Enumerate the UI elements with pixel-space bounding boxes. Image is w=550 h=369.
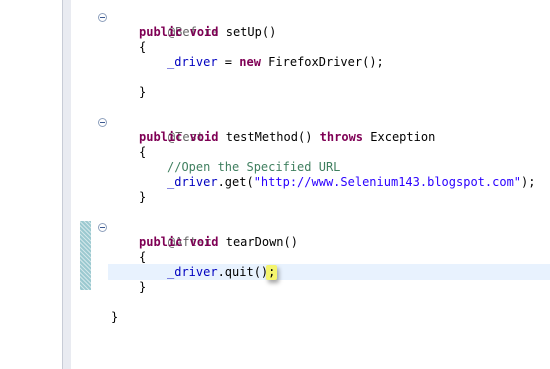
brace: }	[139, 85, 147, 99]
code-text: .get(	[217, 175, 254, 189]
keyword: public	[139, 130, 183, 144]
string-literal: "http://www.Selenium143.blogspot.com"	[253, 175, 522, 189]
exception-type: Exception	[370, 130, 436, 144]
keyword: new	[239, 55, 261, 69]
fold-collapse-icon[interactable]	[98, 13, 107, 22]
keyword: void	[189, 25, 219, 39]
brace: }	[111, 310, 119, 324]
field-reference: _driver	[167, 175, 218, 189]
field-reference: _driver	[167, 55, 218, 69]
code-line[interactable]: public void setUp()	[139, 25, 276, 40]
code-line[interactable]: {	[139, 145, 146, 160]
keyword: void	[189, 235, 219, 249]
method-signature: tearDown()	[225, 235, 298, 249]
code-line[interactable]: public void tearDown()	[139, 235, 298, 250]
fold-collapse-icon[interactable]	[98, 223, 107, 232]
code-line[interactable]: //Open the Specified URL	[167, 160, 340, 175]
code-text: .quit()	[217, 265, 269, 279]
code-line[interactable]: }	[139, 190, 146, 205]
method-signature: testMethod()	[225, 130, 313, 144]
code-line[interactable]: _driver = new FirefoxDriver();	[167, 55, 384, 70]
method-signature: setUp()	[225, 25, 277, 39]
fold-collapse-icon[interactable]	[98, 118, 107, 127]
brace: }	[139, 280, 147, 294]
code-editor[interactable]: @Before public void setUp() { _driver = …	[0, 0, 550, 369]
brace: {	[139, 40, 147, 54]
quick-diff-change-marker[interactable]	[80, 221, 91, 290]
code-line[interactable]: {	[139, 40, 146, 55]
code-line[interactable]: _driver.quit();	[167, 265, 278, 280]
comment: //Open the Specified URL	[167, 160, 341, 174]
code-line[interactable]: }	[139, 85, 146, 100]
code-text: =	[217, 55, 240, 69]
keyword: public	[139, 235, 183, 249]
brace: }	[139, 190, 147, 204]
keyword: void	[189, 130, 219, 144]
brace: {	[139, 145, 147, 159]
editor-gutter-border	[62, 0, 71, 369]
code-line[interactable]: @After	[139, 220, 211, 249]
code-line[interactable]: @Test	[139, 115, 204, 144]
code-line[interactable]: @Before	[139, 10, 219, 39]
keyword: public	[139, 25, 183, 39]
left-panel	[0, 0, 62, 369]
code-line[interactable]: }	[139, 280, 146, 295]
code-text: );	[521, 175, 536, 189]
code-line[interactable]: }	[111, 310, 118, 325]
highlighted-semicolon: ;	[266, 265, 278, 280]
keyword: throws	[319, 130, 364, 144]
code-line[interactable]: _driver.get("http://www.Selenium143.blog…	[167, 175, 535, 190]
code-text: FirefoxDriver();	[260, 55, 384, 69]
brace: {	[139, 250, 147, 264]
field-reference: _driver	[167, 265, 218, 279]
code-line[interactable]: public void testMethod() throws Exceptio…	[139, 130, 435, 145]
code-line[interactable]: {	[139, 250, 146, 265]
